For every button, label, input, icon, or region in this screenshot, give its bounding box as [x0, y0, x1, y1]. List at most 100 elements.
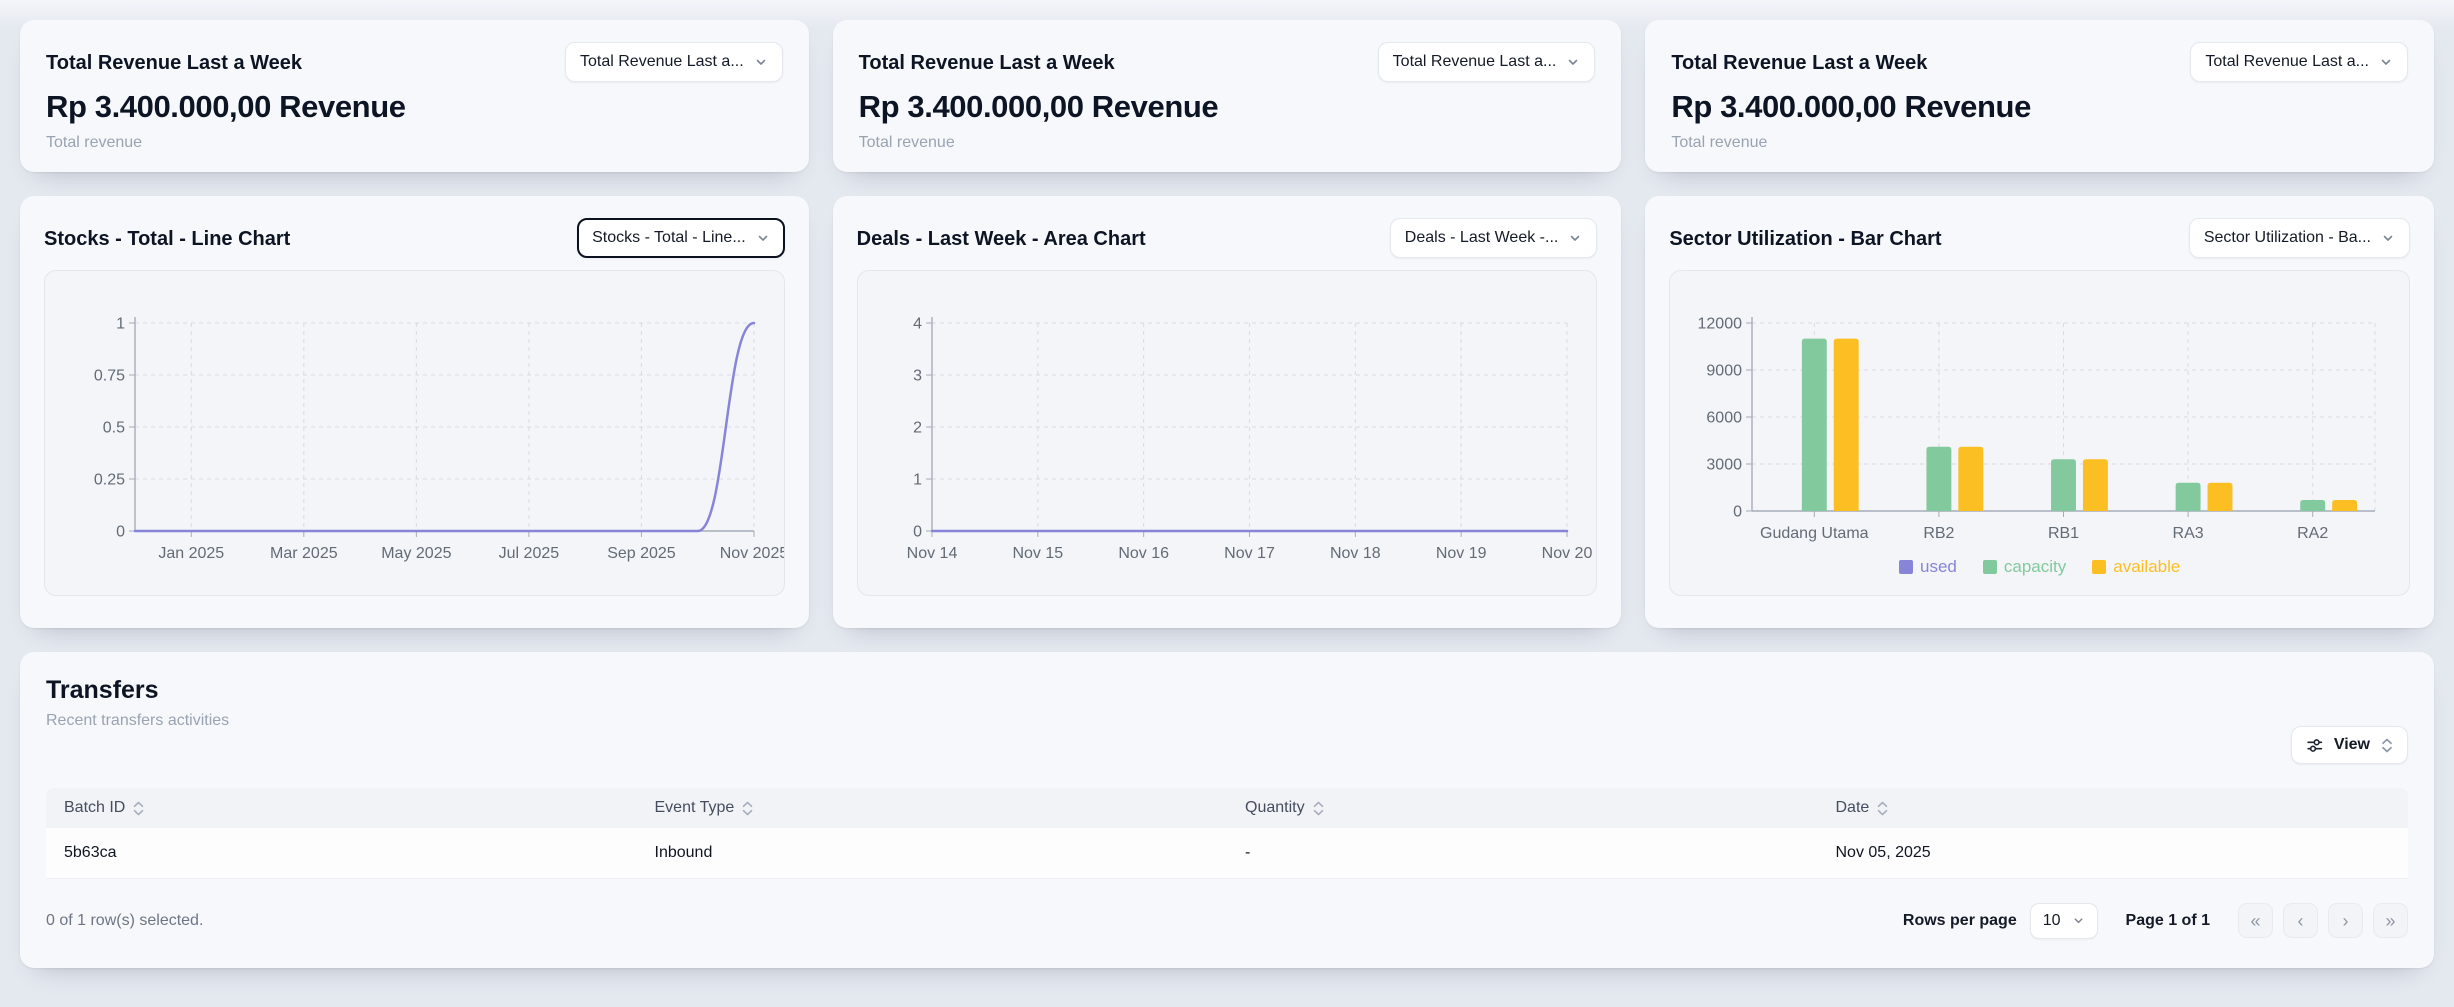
card-title: Total Revenue Last a Week — [46, 42, 302, 75]
revenue-card-1: Total Revenue Last a Week Total Revenue … — [20, 20, 809, 172]
svg-text:3000: 3000 — [1707, 457, 1743, 474]
bar-chart-svg: 030006000900012000Gudang UtamaRB2RB1RA3R… — [1670, 271, 2409, 557]
svg-text:RB2: RB2 — [1924, 525, 1955, 542]
column-label: Date — [1836, 799, 1870, 817]
chart-select[interactable]: Deals - Last Week -... — [1390, 218, 1598, 258]
cell-event-type: Inbound — [637, 828, 1228, 878]
column-header-event-type[interactable]: Event Type — [637, 788, 1228, 828]
area-chart: 01234Nov 14Nov 15Nov 16Nov 17Nov 18Nov 1… — [858, 271, 1597, 595]
bar-chart: 030006000900012000Gudang UtamaRB2RB1RA3R… — [1670, 271, 2409, 557]
svg-text:0.5: 0.5 — [103, 420, 125, 437]
transfers-card: Transfers Recent transfers activities Vi… — [20, 652, 2434, 968]
chart-legend: used capacity available — [1670, 557, 2409, 595]
svg-text:9000: 9000 — [1707, 363, 1743, 380]
cell-quantity: - — [1227, 828, 1818, 878]
card-head: Stocks - Total - Line Chart Stocks - Tot… — [44, 218, 785, 258]
table-row[interactable]: 5b63ca Inbound - Nov 05, 2025 — [46, 828, 2408, 878]
chevron-down-icon — [1566, 55, 1580, 69]
svg-text:Nov 14: Nov 14 — [906, 545, 957, 562]
revenue-value: Rp 3.400.000,00 Revenue — [1671, 89, 2408, 125]
metric-select-value: Total Revenue Last a... — [580, 53, 744, 71]
sort-icon — [742, 801, 753, 816]
svg-text:0: 0 — [913, 524, 922, 541]
next-page-button[interactable]: › — [2328, 903, 2363, 938]
area-chart-card: Deals - Last Week - Area Chart Deals - L… — [833, 196, 1622, 628]
svg-text:Jan 2025: Jan 2025 — [158, 545, 224, 562]
chart-select[interactable]: Stocks - Total - Line... — [577, 218, 785, 258]
legend-swatch — [1899, 560, 1913, 574]
svg-text:Gudang Utama: Gudang Utama — [1760, 525, 1869, 542]
metric-select[interactable]: Total Revenue Last a... — [565, 42, 783, 82]
legend-item-used: used — [1899, 557, 1957, 577]
svg-text:Nov 17: Nov 17 — [1224, 545, 1275, 562]
svg-text:12000: 12000 — [1698, 316, 1743, 333]
revenue-card-3: Total Revenue Last a Week Total Revenue … — [1645, 20, 2434, 172]
card-head: Sector Utilization - Bar Chart Sector Ut… — [1669, 218, 2410, 258]
chart-title: Stocks - Total - Line Chart — [44, 218, 290, 251]
svg-text:2: 2 — [913, 420, 922, 437]
svg-text:4: 4 — [913, 316, 922, 333]
svg-text:Jul 2025: Jul 2025 — [499, 545, 560, 562]
card-head: Total Revenue Last a Week Total Revenue … — [46, 42, 783, 82]
sliders-icon — [2306, 737, 2323, 754]
chevron-down-icon — [2379, 55, 2393, 69]
chevron-down-icon — [754, 55, 768, 69]
column-header-batch-id[interactable]: Batch ID — [46, 788, 637, 828]
svg-text:0.75: 0.75 — [94, 368, 125, 385]
chart-select-value: Deals - Last Week -... — [1405, 229, 1559, 247]
card-title: Total Revenue Last a Week — [1671, 42, 1927, 75]
legend-item-capacity: capacity — [1983, 557, 2066, 577]
line-chart-card: Stocks - Total - Line Chart Stocks - Tot… — [20, 196, 809, 628]
line-chart: 00.250.50.751Jan 2025Mar 2025May 2025Jul… — [45, 271, 784, 595]
transfers-table: Batch ID Event Type Quantity Date 5b63ca — [46, 788, 2408, 879]
svg-text:Nov 15: Nov 15 — [1012, 545, 1063, 562]
pagination-buttons: « ‹ › » — [2238, 903, 2408, 938]
last-page-button[interactable]: » — [2373, 903, 2408, 938]
transfers-subtitle: Recent transfers activities — [46, 712, 2408, 730]
column-label: Batch ID — [64, 799, 125, 817]
chart-select[interactable]: Sector Utilization - Ba... — [2189, 218, 2410, 258]
rows-per-page-value: 10 — [2043, 912, 2061, 930]
area-chart-panel: 01234Nov 14Nov 15Nov 16Nov 17Nov 18Nov 1… — [857, 270, 1598, 596]
prev-page-button[interactable]: ‹ — [2283, 903, 2318, 938]
pagination: Rows per page 10 Page 1 of 1 « ‹ › » — [1903, 903, 2408, 939]
view-button-label: View — [2334, 736, 2370, 754]
view-button[interactable]: View — [2291, 726, 2408, 764]
svg-text:Mar 2025: Mar 2025 — [270, 545, 338, 562]
first-page-button[interactable]: « — [2238, 903, 2273, 938]
chevron-down-icon — [2072, 914, 2085, 927]
line-chart-svg: 00.250.50.751Jan 2025Mar 2025May 2025Jul… — [45, 271, 784, 595]
revenue-subtitle: Total revenue — [46, 134, 783, 152]
legend-swatch — [2092, 560, 2106, 574]
metric-select-value: Total Revenue Last a... — [1393, 53, 1557, 71]
chevron-down-icon — [1568, 231, 1582, 245]
chevrons-up-down-icon — [2381, 738, 2393, 753]
rows-selected-text: 0 of 1 row(s) selected. — [46, 912, 203, 930]
card-head: Deals - Last Week - Area Chart Deals - L… — [857, 218, 1598, 258]
legend-item-available: available — [2092, 557, 2180, 577]
rows-per-page-select[interactable]: 10 — [2030, 903, 2098, 939]
transfers-title: Transfers — [46, 676, 2408, 705]
legend-swatch — [1983, 560, 1997, 574]
column-header-quantity[interactable]: Quantity — [1227, 788, 1818, 828]
card-head: Total Revenue Last a Week Total Revenue … — [859, 42, 1596, 82]
cell-batch-id: 5b63ca — [46, 828, 637, 878]
table-footer: 0 of 1 row(s) selected. Rows per page 10… — [46, 903, 2408, 939]
chart-select-value: Stocks - Total - Line... — [592, 229, 746, 247]
metric-select[interactable]: Total Revenue Last a... — [1378, 42, 1596, 82]
card-head: Total Revenue Last a Week Total Revenue … — [1671, 42, 2408, 82]
svg-text:Nov 18: Nov 18 — [1330, 545, 1381, 562]
svg-text:1: 1 — [913, 472, 922, 489]
metric-select[interactable]: Total Revenue Last a... — [2190, 42, 2408, 82]
revenue-value: Rp 3.400.000,00 Revenue — [859, 89, 1596, 125]
svg-text:Nov 2025: Nov 2025 — [720, 545, 784, 562]
dashboard-page: Total Revenue Last a Week Total Revenue … — [0, 0, 2454, 988]
sort-icon — [1313, 801, 1324, 816]
chart-title: Sector Utilization - Bar Chart — [1669, 218, 1941, 251]
svg-text:Nov 19: Nov 19 — [1435, 545, 1486, 562]
page-info: Page 1 of 1 — [2126, 912, 2210, 930]
chart-cards-row: Stocks - Total - Line Chart Stocks - Tot… — [20, 196, 2434, 628]
svg-text:1: 1 — [116, 316, 125, 333]
svg-text:0.25: 0.25 — [94, 472, 125, 489]
column-header-date[interactable]: Date — [1818, 788, 2409, 828]
